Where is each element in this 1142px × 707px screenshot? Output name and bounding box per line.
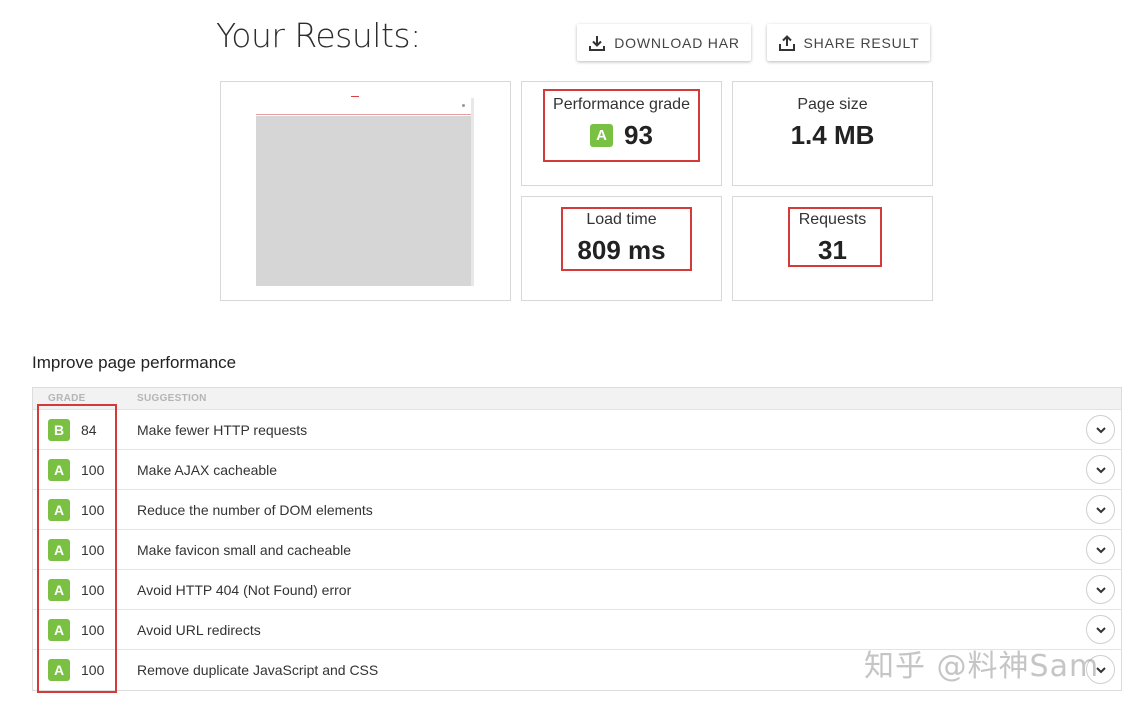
expand-button[interactable] bbox=[1086, 415, 1115, 444]
chevron-down-icon bbox=[1095, 626, 1106, 633]
grade-badge: B bbox=[48, 418, 70, 441]
requests-card: Requests 31 bbox=[732, 196, 933, 301]
row-score: 100 bbox=[81, 541, 105, 558]
row-suggestion: Avoid HTTP 404 (Not Found) error bbox=[137, 581, 352, 598]
table-row[interactable]: A 100 Make favicon small and cacheable bbox=[33, 530, 1121, 570]
row-score: 100 bbox=[81, 581, 105, 598]
download-har-label: DOWNLOAD HAR bbox=[614, 34, 740, 51]
page-size-value: 1.4 MB bbox=[790, 120, 875, 150]
upload-icon bbox=[778, 34, 795, 51]
results-page: Your Results: DOWNLOAD HAR SHARE RESULT … bbox=[0, 0, 1142, 707]
row-score: 84 bbox=[81, 421, 97, 438]
row-grade: A 100 bbox=[33, 458, 137, 481]
improve-section-title: Improve page performance bbox=[32, 353, 237, 372]
page-title: Your Results: bbox=[216, 16, 421, 55]
expand-button[interactable] bbox=[1086, 615, 1115, 644]
expand-button[interactable] bbox=[1086, 455, 1115, 484]
watermark: 知乎 @料神Sam bbox=[864, 649, 1100, 684]
row-suggestion: Make AJAX cacheable bbox=[137, 461, 278, 478]
page-screenshot-card bbox=[220, 81, 511, 301]
grade-badge: A bbox=[48, 659, 70, 681]
expand-button[interactable] bbox=[1086, 575, 1115, 604]
share-result-button[interactable]: SHARE RESULT bbox=[767, 24, 930, 61]
table-row[interactable]: A 100 Make AJAX cacheable bbox=[33, 450, 1121, 490]
grade-badge: A bbox=[48, 538, 70, 561]
table-header: GRADE SUGGESTION bbox=[33, 388, 1121, 410]
row-score: 100 bbox=[81, 461, 105, 478]
grade-badge: A bbox=[48, 578, 70, 601]
screenshot-body bbox=[256, 116, 474, 286]
performance-grade-label: Performance grade bbox=[553, 96, 690, 113]
requests-value: 31 bbox=[818, 235, 847, 265]
screenshot-header bbox=[256, 96, 474, 115]
row-score: 100 bbox=[81, 501, 105, 518]
row-grade: A 100 bbox=[33, 578, 137, 601]
row-suggestion: Make fewer HTTP requests bbox=[137, 421, 308, 438]
chevron-down-icon bbox=[1095, 546, 1106, 553]
performance-grade-value: A 93 bbox=[590, 120, 653, 151]
page-size-card: Page size 1.4 MB bbox=[732, 81, 933, 186]
row-grade: A 100 bbox=[33, 659, 137, 681]
grade-badge: A bbox=[48, 498, 70, 521]
download-icon bbox=[589, 35, 606, 51]
page-size-label: Page size bbox=[797, 96, 868, 113]
load-time-value: 809 ms bbox=[577, 235, 666, 265]
screenshot-scrollbar bbox=[471, 98, 474, 286]
performance-grade-card: Performance grade A 93 bbox=[521, 81, 722, 186]
expand-button[interactable] bbox=[1086, 495, 1115, 524]
row-grade: A 100 bbox=[33, 498, 137, 521]
row-suggestion: Reduce the number of DOM elements bbox=[137, 501, 373, 518]
table-row[interactable]: B 84 Make fewer HTTP requests bbox=[33, 410, 1121, 450]
grade-badge: A bbox=[48, 458, 70, 481]
chevron-down-icon bbox=[1095, 506, 1106, 513]
screenshot-dot bbox=[462, 104, 465, 107]
performance-score: 93 bbox=[624, 120, 653, 150]
row-suggestion: Avoid URL redirects bbox=[137, 621, 261, 638]
row-grade: A 100 bbox=[33, 618, 137, 641]
share-result-label: SHARE RESULT bbox=[803, 34, 920, 51]
suggestion-column-header: SUGGESTION bbox=[137, 393, 207, 404]
load-time-label: Load time bbox=[586, 211, 657, 228]
chevron-down-icon bbox=[1095, 426, 1106, 433]
requests-label: Requests bbox=[798, 211, 867, 228]
load-time-card: Load time 809 ms bbox=[521, 196, 722, 301]
row-score: 100 bbox=[81, 621, 105, 638]
row-score: 100 bbox=[81, 662, 105, 678]
table-row[interactable]: A 100 Reduce the number of DOM elements bbox=[33, 490, 1121, 530]
chevron-down-icon bbox=[1095, 466, 1106, 473]
row-grade: A 100 bbox=[33, 538, 137, 561]
chevron-down-icon bbox=[1095, 586, 1106, 593]
grade-badge: A bbox=[48, 618, 70, 641]
expand-button[interactable] bbox=[1086, 535, 1115, 564]
row-grade: B 84 bbox=[33, 418, 137, 441]
row-suggestion: Make favicon small and cacheable bbox=[137, 541, 352, 558]
table-row[interactable]: A 100 Avoid HTTP 404 (Not Found) error bbox=[33, 570, 1121, 610]
grade-badge: A bbox=[590, 124, 614, 147]
grade-column-header: GRADE bbox=[48, 393, 86, 404]
download-har-button[interactable]: DOWNLOAD HAR bbox=[577, 24, 751, 61]
screenshot-logo-mark bbox=[351, 96, 359, 97]
